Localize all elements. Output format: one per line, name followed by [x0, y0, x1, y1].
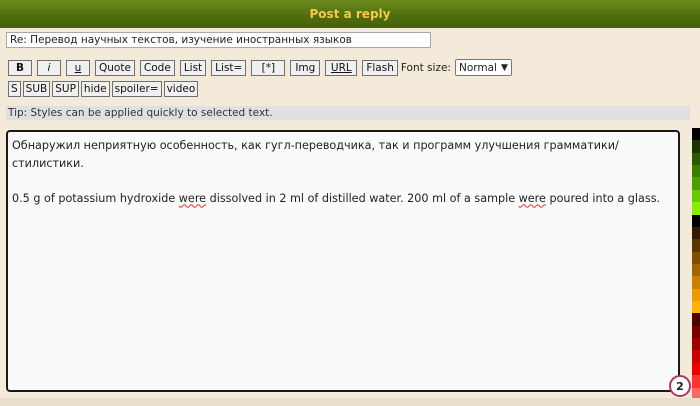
underline-button[interactable]: u [66, 59, 90, 76]
ordered-list-button[interactable]: List= [211, 59, 247, 76]
color-swatch[interactable] [692, 288, 700, 302]
color-palette[interactable] [692, 128, 700, 400]
quote-button[interactable]: Quote [95, 59, 135, 76]
video-button[interactable]: video [163, 81, 199, 97]
spoiler-button[interactable]: spoiler= [111, 81, 162, 97]
message-paragraph: 0.5 g of potassium hydroxide were dissol… [12, 191, 661, 205]
chevron-down-icon: ▼ [500, 62, 508, 73]
font-size-select[interactable]: Normal ▼ [454, 59, 512, 76]
sub-button[interactable]: SUB [22, 81, 51, 97]
notification-badge[interactable]: 2 [669, 375, 691, 397]
spellcheck-word: were [178, 191, 207, 205]
message-paragraph: Обнаружил неприятную особенность, как гу… [12, 139, 619, 170]
color-swatch[interactable] [692, 301, 700, 314]
flash-button[interactable]: Flash [362, 59, 398, 76]
list-button[interactable]: List [179, 59, 207, 76]
message-textarea[interactable]: Обнаружил неприятную особенность, как гу… [6, 130, 680, 392]
color-swatch[interactable] [692, 177, 700, 190]
color-swatch[interactable] [692, 152, 700, 166]
color-swatch[interactable] [692, 251, 700, 264]
formatting-toolbar-row2: S SUB SUP hide spoiler= video [8, 81, 200, 97]
header-title: Post a reply [309, 7, 391, 21]
color-swatch[interactable] [692, 313, 700, 326]
spellcheck-word: were [518, 191, 546, 205]
font-size-value: Normal [458, 61, 497, 74]
font-size-label: Font size: [400, 61, 451, 74]
color-swatch[interactable] [692, 362, 700, 376]
color-swatch[interactable] [692, 226, 700, 240]
color-swatch[interactable] [692, 276, 700, 289]
color-swatch[interactable] [692, 375, 700, 388]
color-swatch[interactable] [692, 128, 700, 141]
color-swatch[interactable] [692, 189, 700, 203]
formatting-toolbar: B i u Quote Code List List= [*] Img URL … [8, 59, 512, 76]
color-swatch[interactable] [692, 263, 700, 277]
sup-button[interactable]: SUP [52, 81, 79, 97]
italic-button[interactable]: i [37, 59, 61, 76]
code-button[interactable]: Code [139, 59, 175, 76]
color-swatch[interactable] [692, 325, 700, 339]
list-item-button[interactable]: [*] [251, 59, 286, 76]
color-swatch[interactable] [692, 350, 700, 363]
color-swatch[interactable] [692, 338, 700, 351]
strike-button[interactable]: S [8, 81, 21, 97]
url-button[interactable]: URL [325, 59, 358, 76]
color-swatch[interactable] [692, 202, 700, 215]
bottom-bar [0, 398, 700, 406]
color-swatch[interactable] [692, 165, 700, 178]
tip-text: Tip: Styles can be applied quickly to se… [6, 106, 690, 120]
hide-button[interactable]: hide [80, 81, 110, 97]
color-swatch[interactable] [692, 140, 700, 153]
color-swatch[interactable] [692, 239, 700, 252]
bold-button[interactable]: B [8, 59, 32, 76]
post-reply-header: Post a reply [0, 0, 700, 28]
color-swatch[interactable] [692, 214, 700, 227]
img-button[interactable]: Img [290, 59, 321, 76]
subject-input[interactable]: Re: Перевод научных текстов, изучение ин… [6, 32, 431, 48]
